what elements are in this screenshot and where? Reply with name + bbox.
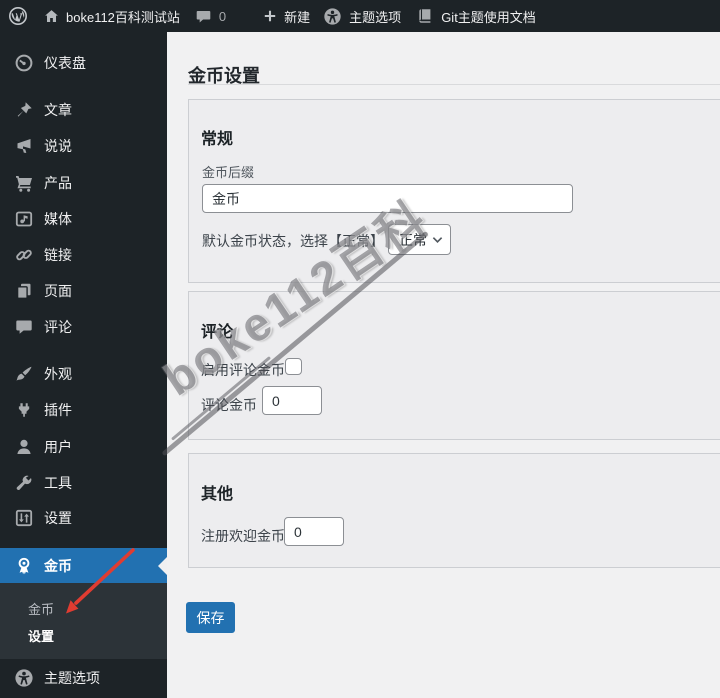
sidebar-menu: 仪表盘 文章 说说 产品 媒体 链接 页面 评论 外观 插件 用户 工具 设置 … xyxy=(0,32,167,698)
award-icon xyxy=(14,556,34,576)
book-icon xyxy=(419,9,431,23)
theme-options-label: 主题选项 xyxy=(349,9,402,25)
coin-suffix-input[interactable] xyxy=(202,184,573,213)
dashboard-icon xyxy=(14,53,34,73)
sidebar-item-coins[interactable]: 金币 xyxy=(0,548,167,583)
sidebar-item-appearance[interactable]: 外观 xyxy=(0,356,167,392)
sidebar-item-shuoshuo[interactable]: 说说 xyxy=(0,128,167,164)
sidebar-item-products[interactable]: 产品 xyxy=(0,165,167,201)
cart-icon xyxy=(14,173,34,193)
sidebar-item-users[interactable]: 用户 xyxy=(0,429,167,465)
welcome-coin-input[interactable] xyxy=(284,517,344,546)
sidebar-item-theme-options[interactable]: 主题选项 xyxy=(0,660,167,696)
welcome-coin-label: 注册欢迎金币 xyxy=(201,528,285,544)
site-name: boke112百科测试站 xyxy=(66,9,180,25)
universal-access-icon xyxy=(324,7,341,25)
main-content: 金币设置 常规 金币后缀 默认金币状态，选择【正常】 正常 评论 启用评论金币 … xyxy=(167,32,720,698)
coins-submenu: 金币 设置 xyxy=(0,583,167,659)
current-menu-notch xyxy=(158,557,167,575)
pages-icon xyxy=(14,281,34,301)
submenu-item-coins[interactable]: 金币 xyxy=(28,599,54,618)
media-icon xyxy=(14,209,34,229)
plug-icon xyxy=(14,400,34,420)
general-section: 常规 金币后缀 默认金币状态，选择【正常】 正常 xyxy=(188,99,720,283)
other-heading: 其他 xyxy=(201,486,234,503)
wrench-icon xyxy=(14,473,34,493)
pin-icon xyxy=(14,100,34,120)
sidebar-item-pages[interactable]: 页面 xyxy=(0,273,167,309)
brush-icon xyxy=(14,364,34,384)
admin-bar-comments[interactable]: 0 xyxy=(195,8,226,25)
title-divider xyxy=(188,84,720,85)
status-select[interactable]: 正常 xyxy=(388,224,451,255)
sidebar-item-plugins[interactable]: 插件 xyxy=(0,392,167,428)
comment-coin-input[interactable] xyxy=(262,386,322,415)
comment-bubble-icon xyxy=(196,10,211,22)
admin-bar-git-docs[interactable]: Git主题使用文档 xyxy=(416,7,536,26)
save-button[interactable]: 保存 xyxy=(186,602,235,633)
comment-coin-label: 评论金币 xyxy=(201,397,257,413)
git-docs-label: Git主题使用文档 xyxy=(441,9,536,25)
general-heading: 常规 xyxy=(201,131,234,148)
admin-bar-theme-options[interactable]: 主题选项 xyxy=(323,7,401,26)
default-status-label: 默认金币状态，选择【正常】 xyxy=(202,233,384,249)
coin-suffix-label: 金币后缀 xyxy=(202,165,255,180)
home-icon xyxy=(45,9,58,22)
new-label: 新建 xyxy=(284,9,311,25)
comments-count: 0 xyxy=(218,8,227,24)
chevron-down-icon xyxy=(432,236,443,243)
status-select-value: 正常 xyxy=(399,231,427,248)
comments-heading: 评论 xyxy=(201,324,234,341)
comments-section: 评论 启用评论金币 评论金币 xyxy=(188,291,720,440)
comments-icon xyxy=(14,317,34,337)
plus-icon xyxy=(264,10,276,22)
enable-comment-coin-checkbox[interactable] xyxy=(285,358,302,375)
sidebar-item-settings[interactable]: 设置 xyxy=(0,500,167,536)
wordpress-admin-page: boke112百科测试站 0 新建 主题选项 Git主题使用文档 仪表盘 文章 … xyxy=(0,0,720,698)
admin-bar: boke112百科测试站 0 新建 主题选项 Git主题使用文档 xyxy=(0,0,720,32)
sidebar-item-posts[interactable]: 文章 xyxy=(0,92,167,128)
sidebar-item-media[interactable]: 媒体 xyxy=(0,201,167,237)
user-icon xyxy=(14,437,34,457)
universal-access-icon xyxy=(14,668,34,688)
wordpress-icon xyxy=(9,7,27,25)
wordpress-logo[interactable] xyxy=(8,6,28,26)
link-icon xyxy=(14,245,34,265)
sidebar-item-comments[interactable]: 评论 xyxy=(0,309,167,345)
enable-comment-coin-label: 启用评论金币 xyxy=(201,362,285,378)
other-section: 其他 注册欢迎金币 xyxy=(188,453,720,568)
submenu-item-settings[interactable]: 设置 xyxy=(28,626,54,645)
sidebar-item-links[interactable]: 链接 xyxy=(0,237,167,273)
megaphone-icon xyxy=(14,136,34,156)
admin-bar-new-button[interactable]: 新建 xyxy=(262,7,310,26)
sidebar-item-dashboard[interactable]: 仪表盘 xyxy=(0,45,167,81)
settings-icon xyxy=(14,508,34,528)
sidebar-item-tools[interactable]: 工具 xyxy=(0,465,167,501)
admin-bar-site-link[interactable]: boke112百科测试站 xyxy=(43,7,180,26)
